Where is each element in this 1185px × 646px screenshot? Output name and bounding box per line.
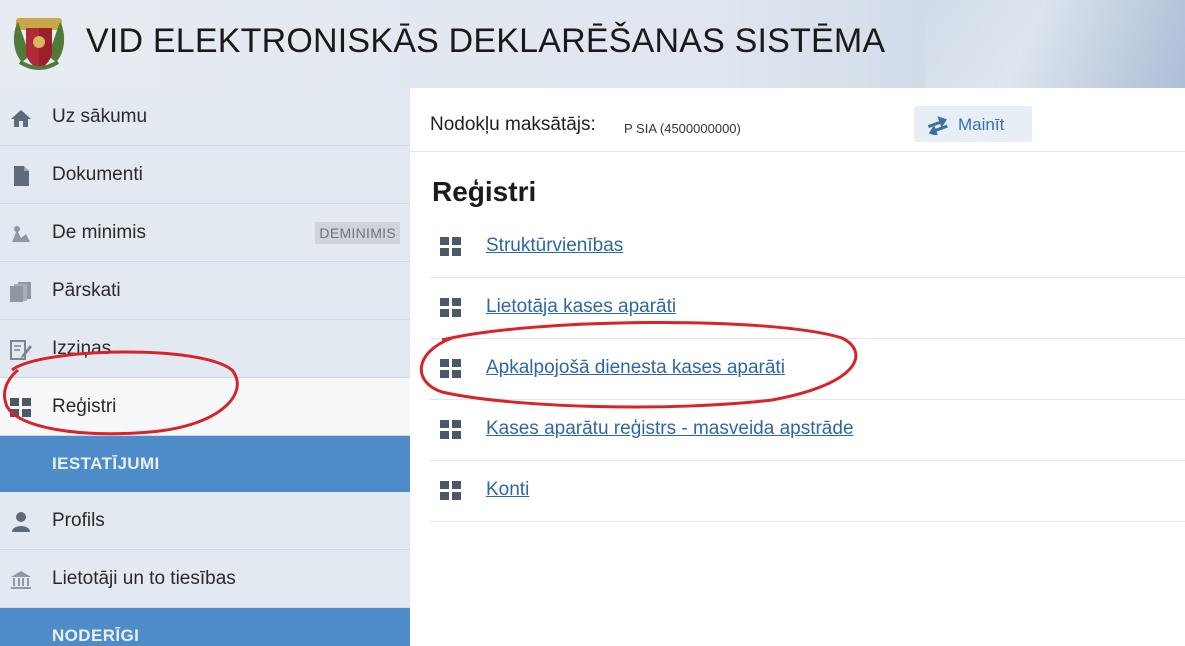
sidebar-item-certificates[interactable]: Izziņas <box>0 320 410 378</box>
sidebar-item-home[interactable]: Uz sākumu <box>0 88 410 146</box>
sidebar-item-documents[interactable]: Dokumenti <box>0 146 410 204</box>
sidebar-item-profile[interactable]: Profils <box>0 492 410 550</box>
document-icon <box>14 166 29 186</box>
sidebar-item-users-rights[interactable]: Lietotāji un to tiesības <box>0 550 410 608</box>
scale-icon <box>12 226 30 242</box>
page-title: Reģistri <box>432 176 537 207</box>
section-label: NODERĪGI <box>52 626 140 645</box>
sidebar-item-label: Dokumenti <box>52 163 143 185</box>
register-link[interactable]: Lietotāja kases aparāti <box>486 296 676 318</box>
app-header: VID ELEKTRONISKĀS DEKLARĒŠANAS SISTĒMA <box>0 0 1185 88</box>
register-item[interactable]: Konti <box>430 461 1185 522</box>
main-content: Nodokļu maksātājs: P SIA (4500000000) Ma… <box>410 88 1185 646</box>
section-label: IESTATĪJUMI <box>52 454 160 473</box>
sidebar-item-label: Uz sākumu <box>52 105 148 127</box>
edit-doc-icon <box>10 340 32 360</box>
sidebar-item-reports[interactable]: Pārskati <box>0 262 410 320</box>
sidebar-item-label: Lietotāji un to tiesības <box>52 567 236 589</box>
grid-icon <box>440 298 462 318</box>
grid-icon <box>440 420 462 440</box>
taxpayer-label: Nodokļu maksātājs: <box>430 114 596 135</box>
sidebar-section-settings: IESTATĪJUMI <box>0 436 410 492</box>
change-taxpayer-button[interactable]: Mainīt <box>914 106 1032 142</box>
coat-of-arms-icon <box>13 18 65 70</box>
taxpayer-bar: Nodokļu maksātājs: P SIA (4500000000) Ma… <box>410 88 1185 152</box>
register-item[interactable]: Lietotāja kases aparāti <box>430 278 1185 339</box>
change-button-label: Mainīt <box>958 115 1005 134</box>
register-link[interactable]: Apkalpojošā dienesta kases aparāti <box>486 357 785 379</box>
sidebar: Uz sākumu Dokumenti De minimis DEMINIMIS… <box>0 88 410 646</box>
grid-icon <box>440 359 462 379</box>
deminimis-badge: DEMINIMIS <box>315 222 400 244</box>
sidebar-item-label: Profils <box>52 509 105 531</box>
grid-icon <box>10 398 32 418</box>
sidebar-item-label: Reģistri <box>52 395 117 417</box>
register-item[interactable]: Apkalpojošā dienesta kases aparāti <box>430 339 1185 400</box>
register-item[interactable]: Struktūrvienības <box>430 217 1185 278</box>
home-icon <box>11 110 31 127</box>
sidebar-item-label: Pārskati <box>52 279 121 301</box>
register-item[interactable]: Kases aparātu reģistrs - masveida apstrā… <box>430 400 1185 461</box>
register-link[interactable]: Kases aparātu reģistrs - masveida apstrā… <box>486 418 854 440</box>
sidebar-item-de-minimis[interactable]: De minimis DEMINIMIS <box>0 204 410 262</box>
app-title: VID ELEKTRONISKĀS DEKLARĒŠANAS SISTĒMA <box>86 22 886 60</box>
grid-icon <box>440 481 462 501</box>
reports-icon <box>10 282 31 302</box>
sidebar-item-label: De minimis <box>52 221 146 243</box>
user-icon <box>12 512 30 532</box>
users-icon <box>11 571 31 589</box>
sidebar-item-label: Izziņas <box>52 337 112 359</box>
register-link[interactable]: Konti <box>486 479 529 501</box>
swap-arrows-icon <box>927 116 948 135</box>
sidebar-section-useful: NODERĪGI <box>0 608 410 646</box>
register-link[interactable]: Struktūrvienības <box>486 235 623 257</box>
taxpayer-value: P SIA (4500000000) <box>624 121 741 136</box>
sidebar-item-registers[interactable]: Reģistri <box>0 378 410 436</box>
grid-icon <box>440 237 462 257</box>
